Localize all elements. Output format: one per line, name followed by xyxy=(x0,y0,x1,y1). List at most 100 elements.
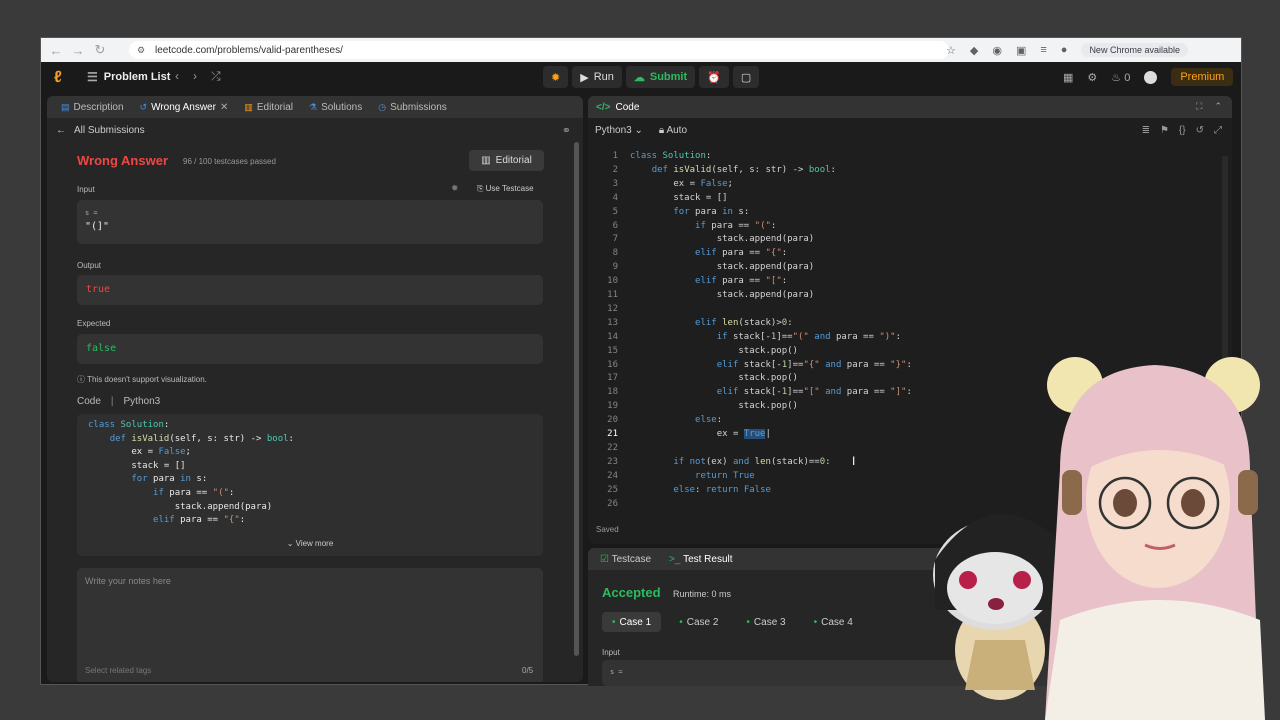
submit-button[interactable]: ☁ Submit xyxy=(625,66,696,88)
code-line[interactable]: stack.append(para) xyxy=(630,262,815,272)
code-line[interactable]: def isValid(self, s: str) -> bool: xyxy=(630,165,836,175)
reset-icon[interactable]: ↺ xyxy=(1196,125,1204,136)
code-line[interactable]: if stack[-1]=="(" and para == ")": xyxy=(630,332,901,342)
bookmark-icon[interactable]: ⚑ xyxy=(1160,125,1169,136)
code-line[interactable]: stack.pop() xyxy=(630,373,798,383)
code-line[interactable]: if not(ex) and len(stack)==0: xyxy=(630,457,830,467)
lock-icon: 🔒︎ xyxy=(658,125,665,136)
scrollbar[interactable] xyxy=(574,142,579,656)
tab-wrong-answer[interactable]: ↺ Wrong Answer ✕ xyxy=(134,96,235,118)
collapse-icon[interactable]: ⌃ xyxy=(1214,101,1222,112)
line-number: 5 xyxy=(612,206,618,217)
profile-icon[interactable]: ● xyxy=(1061,44,1068,56)
code-panel-header: </> Code xyxy=(588,96,1232,118)
layout-icon[interactable]: ▦ xyxy=(1063,71,1073,84)
history-icon: ↺ xyxy=(139,101,148,112)
timer-button[interactable]: ⏰ xyxy=(699,66,729,88)
use-testcase-button[interactable]: ⎘ Use Testcase xyxy=(477,184,534,194)
code-editor[interactable]: 1 class Solution: 2 def isValid(self, s: s… xyxy=(588,146,1232,516)
format-icon[interactable]: ≣ xyxy=(1142,125,1150,136)
testcases-passed: 96 / 100 testcases passed xyxy=(183,157,276,166)
shuffle-icon[interactable]: ⤮ xyxy=(211,69,221,84)
auto-mode[interactable]: 🔒︎ Auto xyxy=(659,125,687,136)
view-more-button[interactable]: ⌄ View more xyxy=(77,539,543,548)
run-button[interactable]: ▶ Run xyxy=(572,66,622,88)
media-icon[interactable]: ≡ xyxy=(1040,44,1046,56)
maximize-icon[interactable]: ⛶ xyxy=(1196,101,1202,112)
address-bar[interactable]: ⚙ leetcode.com/problems/valid-parenthese… xyxy=(129,41,949,59)
tab-editorial[interactable]: ▥ Editorial xyxy=(238,96,299,118)
bookmark-star-icon[interactable]: ☆ xyxy=(946,44,956,57)
case-4[interactable]: • Case 4 xyxy=(804,612,863,632)
leetcode-logo-icon[interactable]: ℓ xyxy=(54,69,72,87)
code-line[interactable]: stack.pop() xyxy=(630,401,798,411)
line-number: 10 xyxy=(607,276,618,287)
editorial-button[interactable]: ▥ Editorial xyxy=(469,150,544,171)
code-line[interactable]: elif stack[-1]=="[" and para == "]": xyxy=(630,387,912,397)
forward-icon[interactable]: → xyxy=(67,43,89,58)
settings-gear-icon[interactable]: ⚙ xyxy=(1087,71,1097,84)
extensions-puzzle-icon[interactable]: ▣ xyxy=(1016,44,1026,57)
chrome-update-button[interactable]: New Chrome available xyxy=(1081,43,1188,57)
tab-label: Testcase xyxy=(611,553,652,565)
case-2[interactable]: • Case 2 xyxy=(669,612,728,632)
pass-dot-icon: • xyxy=(612,616,616,628)
case-label: Case 4 xyxy=(821,616,853,628)
case-tabs: • Case 1 • Case 2 • Case 3 • Case 4 xyxy=(602,612,863,632)
code-line[interactable]: elif len(stack)>0: xyxy=(630,318,793,328)
tab-testcase[interactable]: ☑ Testcase xyxy=(600,554,651,565)
code-line[interactable]: else: xyxy=(630,415,722,425)
code-line[interactable]: class Solution: xyxy=(630,151,711,161)
code-line[interactable]: stack = [] xyxy=(630,193,727,203)
input-label: Input xyxy=(77,185,95,194)
tags-select[interactable]: Select related tags xyxy=(85,666,151,675)
streak-counter[interactable]: ♨ 0 xyxy=(1111,71,1130,84)
link-icon[interactable]: ⚭ xyxy=(562,124,571,137)
tab-submissions[interactable]: ◷ Submissions xyxy=(372,96,453,118)
back-icon[interactable]: ← xyxy=(45,43,67,58)
code-line[interactable]: stack.pop() xyxy=(630,346,798,356)
code-editor-panel: </> Code ⛶ ⌃ Python3 ⌄ 🔒︎ Auto ≣ ⚑ {} ↺ ⤢ … xyxy=(588,96,1232,544)
problem-list-button[interactable]: ☰ Problem List xyxy=(87,70,170,84)
all-submissions-label: All Submissions xyxy=(74,125,145,136)
notes-button[interactable]: ▢ xyxy=(732,66,760,88)
debug-icon[interactable]: ✹ xyxy=(451,183,459,194)
case-3[interactable]: • Case 3 xyxy=(736,612,795,632)
extension-icon[interactable]: ◆ xyxy=(970,44,978,57)
close-tab-icon[interactable]: ✕ xyxy=(220,102,228,113)
editor-scrollbar[interactable] xyxy=(1222,156,1228,526)
fullscreen-icon[interactable]: ⤢ xyxy=(1214,125,1222,136)
site-info-icon[interactable]: ⚙ xyxy=(137,45,149,55)
notes-field[interactable]: Write your notes here xyxy=(77,568,543,682)
premium-button[interactable]: Premium xyxy=(1171,68,1234,86)
debug-button[interactable]: ✹ xyxy=(543,66,569,88)
all-submissions-link[interactable]: ← All Submissions xyxy=(56,125,145,136)
camera-icon[interactable]: ◉ xyxy=(992,44,1002,57)
braces-icon[interactable]: {} xyxy=(1179,125,1186,136)
next-problem-icon[interactable]: › xyxy=(193,69,197,84)
code-line[interactable]: else: return False xyxy=(630,485,771,495)
tab-test-result[interactable]: >_ Test Result xyxy=(669,554,732,565)
code-line[interactable]: stack.append(para) xyxy=(630,290,815,300)
run-label: Run xyxy=(593,71,614,83)
code-line[interactable]: return True xyxy=(630,471,755,481)
code-line[interactable]: elif para == "{": xyxy=(630,248,787,258)
code-line[interactable]: if para == "(": xyxy=(630,221,776,231)
prev-problem-icon[interactable]: ‹ xyxy=(175,69,179,84)
avatar[interactable] xyxy=(1144,70,1158,84)
code-line[interactable]: ex = False; xyxy=(630,179,733,189)
language-select[interactable]: Python3 ⌄ xyxy=(595,125,643,136)
line-number: 26 xyxy=(607,498,618,509)
code-line[interactable]: for para in s: xyxy=(630,207,749,217)
code-line[interactable]: elif para == "[": xyxy=(630,276,787,286)
line-number: 1 xyxy=(612,151,618,161)
code-line[interactable]: ex = True| xyxy=(630,429,771,439)
reload-icon[interactable]: ↻ xyxy=(89,42,111,58)
tab-solutions[interactable]: ⚗ Solutions xyxy=(303,96,368,118)
case-1[interactable]: • Case 1 xyxy=(602,612,662,632)
tab-description[interactable]: ▤ Description xyxy=(55,96,130,118)
code-line[interactable]: stack.append(para) xyxy=(630,234,815,244)
bug-icon: ✹ xyxy=(551,71,561,84)
code-line[interactable]: elif stack[-1]=="{" and para == "}": xyxy=(630,360,912,370)
line-number: 20 xyxy=(607,415,618,426)
